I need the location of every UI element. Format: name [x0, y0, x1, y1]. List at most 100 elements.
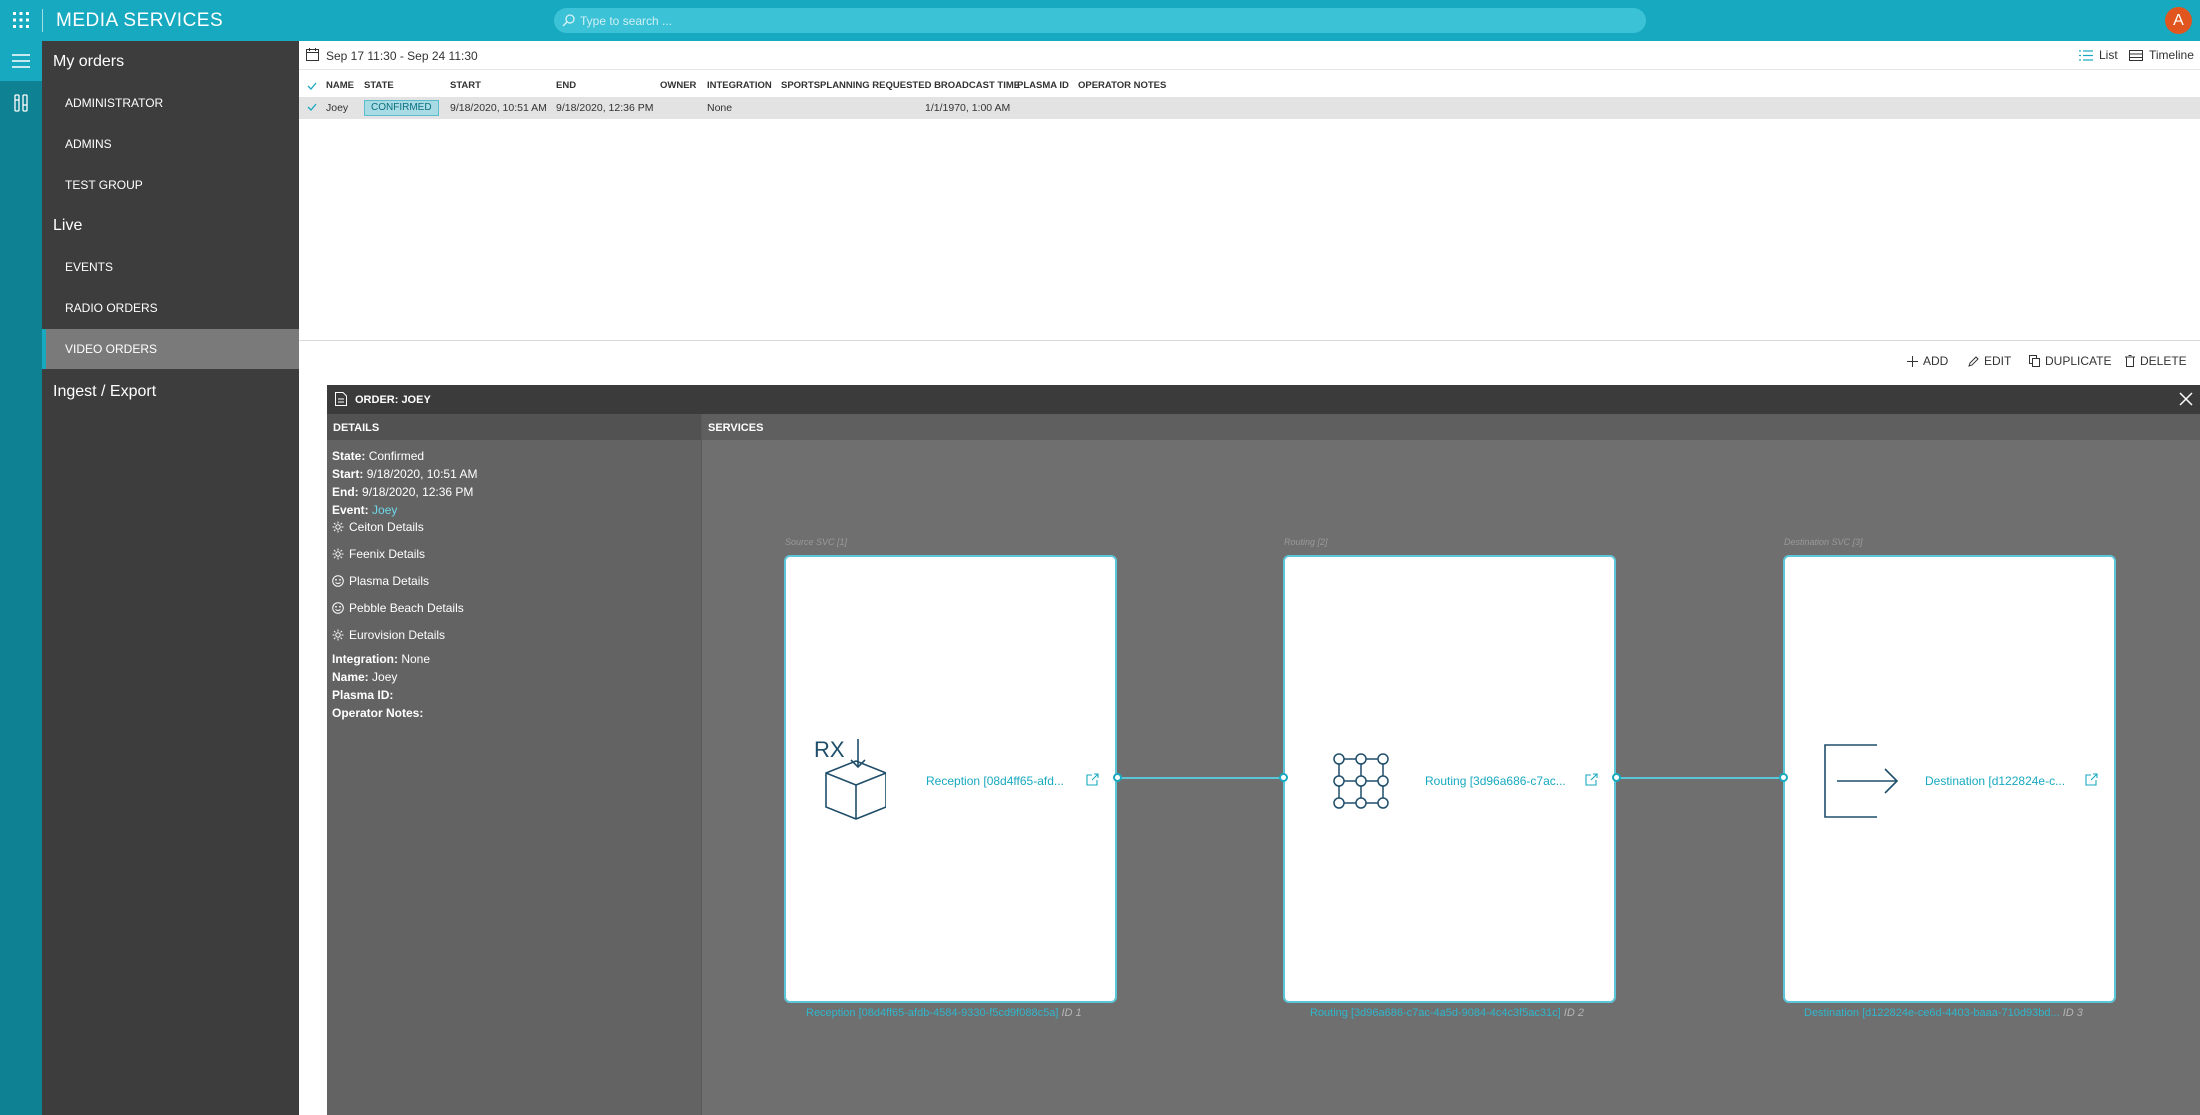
- table-row[interactable]: Joey CONFIRMED 9/18/2020, 10:51 AM 9/18/…: [299, 97, 2200, 119]
- add-label: ADD: [1923, 354, 1949, 368]
- connector-reception-routing: [1117, 777, 1283, 779]
- service-footer-reception-text: Reception [08d4ff65-afdb-4584-9330-f5cd9…: [806, 1007, 1059, 1019]
- detail-integration: Integration: None: [332, 652, 431, 666]
- service-link-reception[interactable]: Reception [08d4ff65-afd...: [926, 774, 1064, 788]
- menu-toggle-button[interactable]: [0, 41, 42, 81]
- event-link[interactable]: Joey: [372, 503, 397, 517]
- feenix-details-label: Feenix Details: [349, 547, 426, 561]
- output-port-reception[interactable]: [1113, 773, 1122, 782]
- row-checkbox[interactable]: [307, 102, 317, 112]
- icon-rail: [0, 41, 42, 1115]
- add-button[interactable]: ADD: [1907, 354, 1948, 368]
- input-port-destination[interactable]: [1779, 773, 1788, 782]
- search-icon: [562, 14, 575, 27]
- service-card-reception[interactable]: RX Reception [08d4ff65-afd...: [784, 555, 1117, 1003]
- cell-integration: None: [707, 102, 733, 114]
- service-caption-routing: Routing [2]: [1284, 537, 1328, 547]
- sidebar-section-my-orders[interactable]: My orders: [53, 53, 124, 71]
- avatar[interactable]: A: [2165, 7, 2192, 34]
- detail-end-value: 9/18/2020, 12:36 PM: [362, 485, 474, 499]
- sidebar-section-ingest-export[interactable]: Ingest / Export: [53, 383, 156, 401]
- output-port-routing[interactable]: [1612, 773, 1621, 782]
- apps-grid-icon[interactable]: [12, 11, 30, 29]
- detail-end: End: 9/18/2020, 12:36 PM: [332, 485, 474, 499]
- input-port-routing[interactable]: [1279, 773, 1288, 782]
- close-icon[interactable]: [2178, 391, 2194, 407]
- detail-name-value: Joey: [372, 670, 398, 684]
- duplicate-button[interactable]: DUPLICATE: [2029, 354, 2111, 368]
- ceiton-details-link[interactable]: Ceiton Details: [332, 520, 424, 534]
- select-all-checkbox[interactable]: [307, 81, 317, 91]
- external-link-icon[interactable]: [1585, 773, 1598, 786]
- eurovision-details-link[interactable]: Eurovision Details: [332, 628, 445, 642]
- tools-button[interactable]: [0, 83, 42, 123]
- service-caption-destination: Destination SVC [3]: [1784, 537, 1863, 547]
- pebble-beach-details-link[interactable]: Pebble Beach Details: [332, 601, 464, 615]
- connector-routing-destination: [1616, 777, 1783, 779]
- timeline-view-button[interactable]: Timeline: [2129, 48, 2194, 62]
- smiley-icon: [332, 575, 344, 587]
- services-heading: SERVICES: [702, 414, 2200, 440]
- gear-icon: [332, 521, 344, 533]
- cell-broadcast-time: 1/1/1970, 1:00 AM: [925, 102, 1011, 114]
- sidebar-section-live[interactable]: Live: [53, 217, 82, 235]
- edit-button[interactable]: EDIT: [1968, 354, 2011, 368]
- sidebar-item-video-orders[interactable]: VIDEO ORDERS: [42, 329, 299, 369]
- order-title: ORDER: JOEY: [355, 394, 431, 406]
- plasma-details-link[interactable]: Plasma Details: [332, 574, 429, 588]
- sidebar-item-admins[interactable]: ADMINS: [42, 124, 299, 164]
- date-range[interactable]: Sep 17 11:30 - Sep 24 11:30: [326, 49, 478, 63]
- external-link-icon[interactable]: [2085, 773, 2098, 786]
- sidebar-item-events[interactable]: EVENTS: [42, 247, 299, 287]
- pebble-beach-details-label: Pebble Beach Details: [349, 601, 464, 615]
- search-box[interactable]: [554, 8, 1646, 33]
- top-bar: MEDIA SERVICES A: [0, 0, 2200, 41]
- details-panel: DETAILS State: Confirmed Start: 9/18/202…: [327, 414, 701, 1115]
- column-header-integration[interactable]: INTEGRATION: [707, 80, 772, 91]
- column-header-name[interactable]: NAME: [326, 80, 354, 91]
- document-icon: [335, 392, 347, 406]
- list-view-label: List: [2099, 48, 2118, 62]
- feenix-details-link[interactable]: Feenix Details: [332, 547, 425, 561]
- cell-name: Joey: [326, 102, 349, 114]
- column-header-end[interactable]: END: [556, 80, 576, 91]
- gear-icon: [332, 548, 344, 560]
- hamburger-icon: [12, 54, 30, 68]
- column-header-owner[interactable]: OWNER: [660, 80, 696, 91]
- duplicate-label: DUPLICATE: [2045, 354, 2112, 368]
- list-view-button[interactable]: List: [2079, 48, 2118, 62]
- edit-label: EDIT: [1984, 354, 2012, 368]
- ceiton-details-label: Ceiton Details: [349, 520, 424, 534]
- external-link-icon[interactable]: [1086, 773, 1099, 786]
- calendar-icon[interactable]: [306, 48, 319, 61]
- delete-button[interactable]: DELETE: [2125, 354, 2187, 368]
- service-card-destination[interactable]: Destination [d122824e-c...: [1783, 555, 2116, 1003]
- search-input[interactable]: [580, 11, 1630, 30]
- service-id-2: ID 2: [1563, 1007, 1584, 1019]
- service-footer-destination-text: Destination [d122824e-ce6d-4403-baaa-710…: [1804, 1007, 2060, 1019]
- gear-icon: [332, 629, 344, 641]
- sidebar: My orders ADMINISTRATOR ADMINS TEST GROU…: [42, 41, 299, 1115]
- table-header: NAME STATE START END OWNER INTEGRATION S…: [299, 77, 2200, 95]
- service-card-routing[interactable]: Routing [3d96a686-c7ac...: [1283, 555, 1616, 1003]
- detail-start-value: 9/18/2020, 10:51 AM: [366, 467, 478, 481]
- column-header-start[interactable]: START: [450, 80, 481, 91]
- service-link-destination[interactable]: Destination [d122824e-c...: [1925, 774, 2065, 788]
- app-title: MEDIA SERVICES: [56, 10, 224, 31]
- service-link-routing[interactable]: Routing [3d96a686-c7ac...: [1425, 774, 1566, 788]
- column-header-broadcast-time[interactable]: SPORTSPLANNING REQUESTED BROADCAST TIME: [781, 80, 1020, 91]
- duplicate-icon: [2029, 355, 2040, 367]
- sidebar-item-administrator[interactable]: ADMINISTRATOR: [42, 83, 299, 123]
- detail-start: Start: 9/18/2020, 10:51 AM: [332, 467, 478, 481]
- date-toolbar: Sep 17 11:30 - Sep 24 11:30 List Timelin…: [299, 41, 2200, 70]
- tools-icon: [14, 94, 28, 112]
- sidebar-item-radio-orders[interactable]: RADIO ORDERS: [42, 288, 299, 328]
- svg-text:RX: RX: [814, 737, 845, 762]
- sidebar-item-test-group[interactable]: TEST GROUP: [42, 165, 299, 205]
- column-header-plasma-id[interactable]: PLASMA ID: [1017, 80, 1069, 91]
- column-header-state[interactable]: STATE: [364, 80, 394, 91]
- service-footer-routing-text: Routing [3d96a686-c7ac-4a5d-9084-4c4c3f5…: [1310, 1007, 1561, 1019]
- cell-end: 9/18/2020, 12:36 PM: [556, 102, 654, 114]
- details-heading: DETAILS: [327, 414, 701, 440]
- column-header-operator-notes[interactable]: OPERATOR NOTES: [1078, 80, 1166, 91]
